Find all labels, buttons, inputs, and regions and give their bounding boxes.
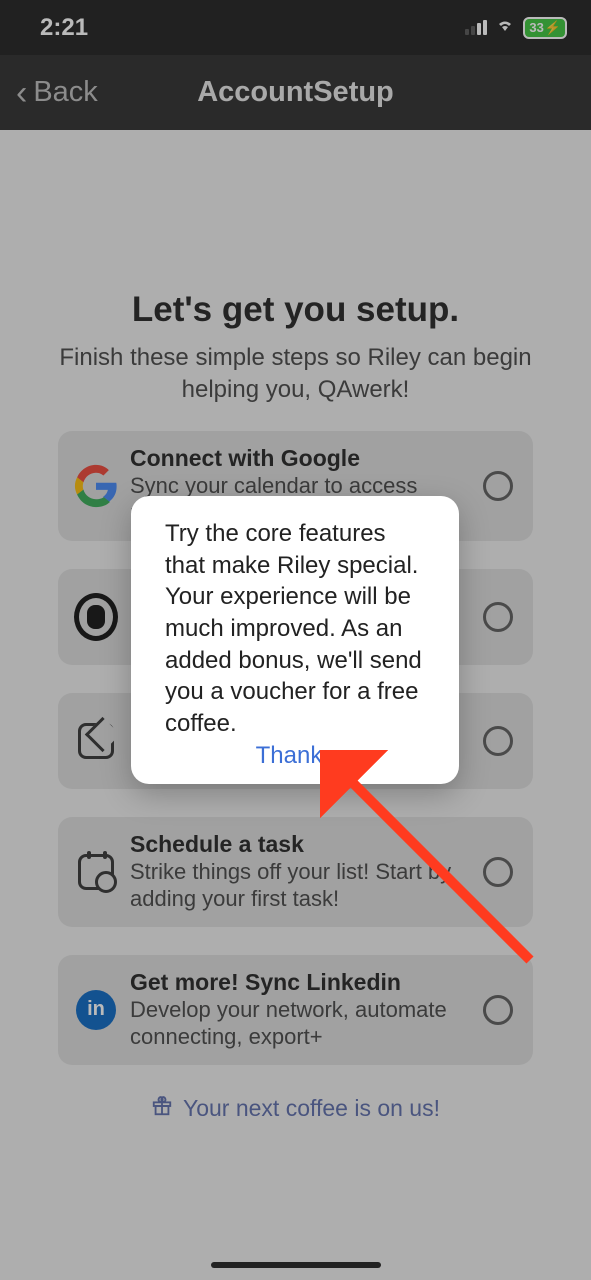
home-indicator[interactable] bbox=[211, 1262, 381, 1268]
popup-message: Try the core features that make Riley sp… bbox=[165, 518, 425, 740]
onboarding-popup: Try the core features that make Riley sp… bbox=[131, 496, 459, 784]
popup-thanks-button[interactable]: Thanks bbox=[165, 742, 425, 770]
